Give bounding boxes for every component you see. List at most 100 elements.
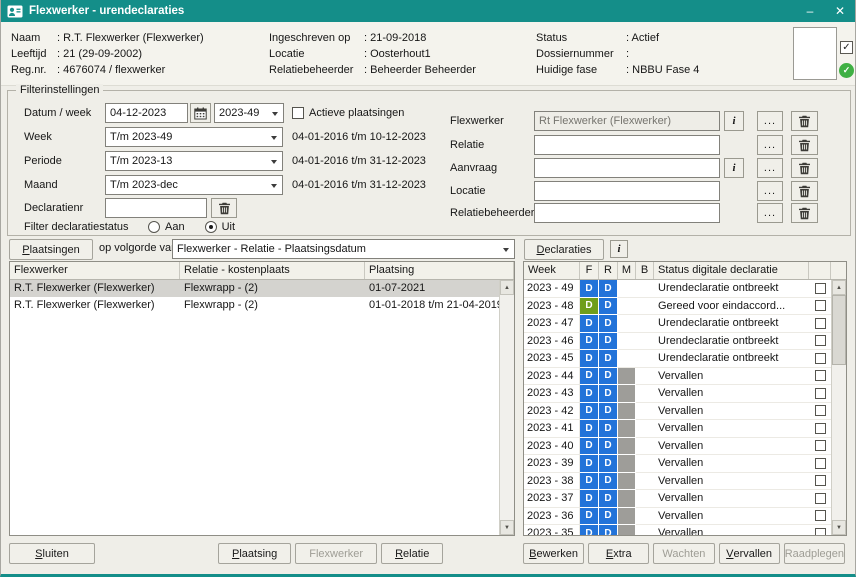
week-cell: 2023 - 48 <box>524 298 580 316</box>
declaraties-scrollbar[interactable]: ▲ ▼ <box>831 280 846 535</box>
button-flexwerker[interactable]: Flexwerker <box>295 543 377 564</box>
declaratie-row[interactable]: 2023 - 40DDVervallen <box>524 438 831 456</box>
info-button[interactable]: i <box>724 158 744 178</box>
delete-button[interactable] <box>791 135 818 155</box>
column-header-r[interactable]: R <box>599 262 618 279</box>
declaratie-row[interactable]: 2023 - 43DDVervallen <box>524 385 831 403</box>
scroll-down-icon[interactable]: ▼ <box>500 520 514 535</box>
id-checkbox[interactable]: ✓ <box>840 41 853 54</box>
declaraties-tab[interactable]: Declaraties <box>524 239 604 260</box>
row-checkbox[interactable] <box>815 423 826 434</box>
lookup-label: Flexwerker <box>450 111 504 131</box>
declaratie-row[interactable]: 2023 - 37DDVervallen <box>524 490 831 508</box>
declaratie-row[interactable]: 2023 - 49DDUrendeclaratie ontbreekt <box>524 280 831 298</box>
declaratie-row[interactable]: 2023 - 45DDUrendeclaratie ontbreekt <box>524 350 831 368</box>
row-checkbox[interactable] <box>815 405 826 416</box>
row-checkbox[interactable] <box>815 388 826 399</box>
scroll-up-icon[interactable]: ▲ <box>832 280 846 295</box>
button-bewerken[interactable]: Bewerken <box>523 543 584 564</box>
footer-middle: PlaatsingFlexwerkerRelatie <box>218 543 443 564</box>
column-header-week[interactable]: Week <box>524 262 580 279</box>
row-checkbox[interactable] <box>815 318 826 329</box>
delete-button[interactable] <box>791 181 818 201</box>
browse-button[interactable]: ... <box>757 158 783 178</box>
row-checkbox[interactable] <box>815 353 826 364</box>
close-button[interactable]: ✕ <box>825 0 855 22</box>
declaratie-row[interactable]: 2023 - 35DDVervallen <box>524 525 831 535</box>
scroll-down-icon[interactable]: ▼ <box>832 520 846 535</box>
column-header-select[interactable] <box>809 262 831 279</box>
column-header-relatie-kostenplaats[interactable]: Relatie - kostenplaats <box>180 262 365 279</box>
plaatsingen-scrollbar[interactable]: ▲ ▼ <box>499 280 514 535</box>
delete-button[interactable] <box>791 158 818 178</box>
row-checkbox[interactable] <box>815 475 826 486</box>
row-checkbox[interactable] <box>815 528 826 535</box>
declaratie-row[interactable]: 2023 - 36DDVervallen <box>524 508 831 526</box>
scroll-track[interactable] <box>500 295 514 520</box>
declaratie-row[interactable]: 2023 - 44DDVervallen <box>524 368 831 386</box>
declaratie-row[interactable]: 2023 - 41DDVervallen <box>524 420 831 438</box>
f-cell: D <box>580 508 599 526</box>
lookup-input-locatie[interactable] <box>534 181 720 201</box>
row-checkbox[interactable] <box>815 335 826 346</box>
trash-icon <box>798 139 811 152</box>
browse-button[interactable]: ... <box>757 111 783 131</box>
declaratie-row[interactable]: 2023 - 46DDUrendeclaratie ontbreekt <box>524 333 831 351</box>
button-wachten[interactable]: Wachten <box>653 543 714 564</box>
column-header-plaatsing[interactable]: Plaatsing <box>365 262 514 279</box>
sort-combo[interactable]: Flexwerker - Relatie - Plaatsingsdatum <box>172 239 515 259</box>
lookup-input-relatiebeheerder[interactable] <box>534 203 720 223</box>
button-vervallen[interactable]: Vervallen <box>719 543 780 564</box>
field-value: R.T. Flexwerker (Flexwerker) <box>57 30 204 46</box>
row-checkbox[interactable] <box>815 493 826 504</box>
delete-button[interactable] <box>791 203 818 223</box>
trash-icon <box>798 185 811 198</box>
row-checkbox[interactable] <box>815 283 826 294</box>
plaatsing-row[interactable]: R.T. Flexwerker (Flexwerker)Flexwrapp - … <box>10 297 499 314</box>
person-field-reg-nr: Reg.nr.4676074 / flexwerker <box>11 62 204 78</box>
delete-button[interactable] <box>791 111 818 131</box>
plaatsing-row[interactable]: R.T. Flexwerker (Flexwerker)Flexwrapp - … <box>10 280 499 297</box>
column-header-flexwerker[interactable]: Flexwerker <box>10 262 180 279</box>
browse-button[interactable]: ... <box>757 135 783 155</box>
scroll-up-icon[interactable]: ▲ <box>500 280 514 295</box>
row-checkbox[interactable] <box>815 370 826 381</box>
info-button[interactable]: i <box>724 111 744 131</box>
column-header-m[interactable]: M <box>618 262 636 279</box>
lookup-input-flexwerker[interactable] <box>534 111 720 131</box>
button-plaatsing[interactable]: Plaatsing <box>218 543 291 564</box>
column-header-status-digitale-declaratie[interactable]: Status digitale declaratie <box>654 262 809 279</box>
column-header-f[interactable]: F <box>580 262 599 279</box>
browse-button[interactable]: ... <box>757 203 783 223</box>
plaatsingen-tab[interactable]: Plaatsingen <box>9 239 93 260</box>
scroll-thumb[interactable] <box>832 295 846 365</box>
r-cell: D <box>599 280 618 298</box>
browse-button[interactable]: ... <box>757 181 783 201</box>
row-checkbox[interactable] <box>815 458 826 469</box>
declaratie-row[interactable]: 2023 - 38DDVervallen <box>524 473 831 491</box>
declaratie-row[interactable]: 2023 - 39DDVervallen <box>524 455 831 473</box>
declaratie-row[interactable]: 2023 - 48DDGereed voor eindaccord... <box>524 298 831 316</box>
select-cell <box>809 508 831 526</box>
declaratie-row[interactable]: 2023 - 42DDVervallen <box>524 403 831 421</box>
button-extra[interactable]: Extra <box>588 543 649 564</box>
button-relatie[interactable]: Relatie <box>381 543 443 564</box>
field-value: 4676074 / flexwerker <box>57 62 165 78</box>
minimize-button[interactable]: – <box>795 0 825 22</box>
declaratie-row[interactable]: 2023 - 47DDUrendeclaratie ontbreekt <box>524 315 831 333</box>
f-cell: D <box>580 333 599 351</box>
scroll-track[interactable] <box>832 295 846 520</box>
status-cell: Vervallen <box>654 455 809 473</box>
lookup-input-aanvraag[interactable] <box>534 158 720 178</box>
row-checkbox[interactable] <box>815 440 826 451</box>
week-cell: 2023 - 37 <box>524 490 580 508</box>
row-checkbox[interactable] <box>815 300 826 311</box>
lookup-input-relatie[interactable] <box>534 135 720 155</box>
column-header-b[interactable]: B <box>636 262 654 279</box>
button-raadplegen[interactable]: Raadplegen <box>784 543 845 564</box>
person-col-1: NaamR.T. Flexwerker (Flexwerker)Leeftijd… <box>11 30 204 78</box>
button-sluiten[interactable]: Sluiten <box>9 543 95 564</box>
row-checkbox[interactable] <box>815 510 826 521</box>
declaraties-info-button[interactable]: i <box>610 240 628 258</box>
person-field-ingeschreven-op: Ingeschreven op21-09-2018 <box>269 30 476 46</box>
